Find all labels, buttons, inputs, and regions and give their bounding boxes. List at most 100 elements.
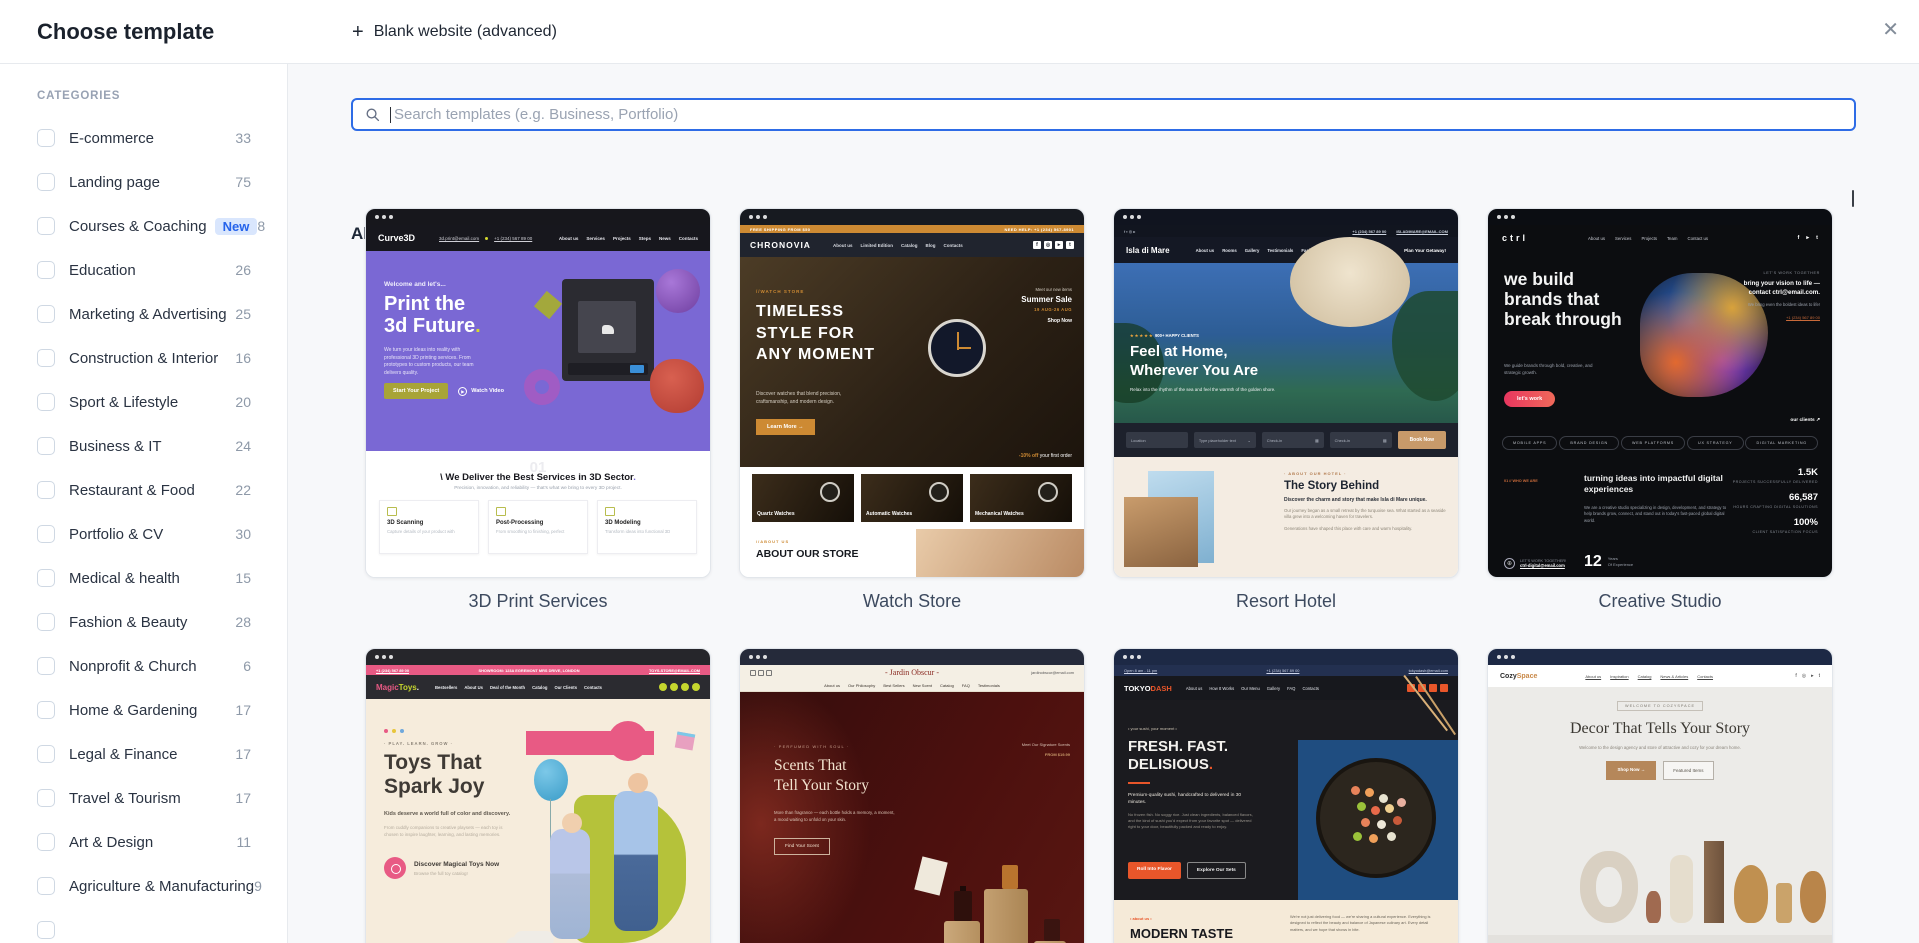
sidebar-item-partial[interactable] (0, 908, 287, 943)
template-preview[interactable]: CozySpace About us Inspiration Catalog News… (1487, 648, 1833, 943)
service-pill: UX STRATEGY (1686, 436, 1744, 450)
blank-website-label: Blank website (advanced) (373, 23, 557, 40)
sidebar-item-landing-page[interactable]: Landing page 75 (0, 160, 287, 204)
browser-chrome (1114, 649, 1458, 665)
category-checkbox[interactable] (37, 877, 55, 895)
category-checkbox[interactable] (37, 657, 55, 675)
template-preview[interactable]: Curve3D 3d.print@email.com +1 (234) 567 8… (365, 208, 711, 578)
sidebar-item-marketing-advertising[interactable]: Marketing & Advertising 25 (0, 292, 287, 336)
sidebar-item-fashion-beauty[interactable]: Fashion & Beauty 28 (0, 600, 287, 644)
coral-illustration (650, 359, 704, 413)
template-name: 3D Print Services (468, 591, 608, 611)
template-preview[interactable]: +1 (234) 567 89 00 SHOWROOM: 123A EGREMON… (365, 648, 711, 943)
template-preview[interactable]: Open 8 am - 11 pm +1 (234) 567 89 00 tokyo… (1113, 648, 1459, 943)
perfume-bottle (954, 886, 972, 921)
t1-services-section: 01 \ We Deliver the Best Services in 3D … (366, 451, 710, 577)
t4-cta-button: let's work (1504, 391, 1556, 407)
booking-field: Check-in ▦ (1261, 432, 1324, 448)
vase-illustration (1776, 883, 1792, 923)
category-checkbox[interactable] (37, 569, 55, 587)
template-preview[interactable]: - Jardin Obscur - jardinobscur@email.com… (739, 648, 1085, 943)
t5-nav: Bestsellers About Us Deal of the Month Cata… (434, 684, 602, 690)
sidebar-item-agriculture-manufacturing[interactable]: Agriculture & Manufacturing 9 (0, 864, 287, 908)
t4-logo: ctrl (1502, 233, 1529, 243)
booking-field: Type placeholder text ⌄ (1193, 432, 1256, 448)
vase-illustration (1704, 841, 1724, 923)
sidebar-item-ecommerce[interactable]: E-commerce 33 (0, 116, 287, 160)
category-checkbox[interactable] (37, 393, 55, 411)
vase-illustration (1580, 851, 1638, 923)
category-checkbox[interactable] (37, 217, 55, 235)
podium (944, 921, 980, 943)
umbrella-illustration (1290, 237, 1410, 327)
t1-cta-button: Start Your Project (384, 383, 449, 399)
template-name: Watch Store (862, 591, 962, 611)
category-checkbox[interactable] (37, 129, 55, 147)
t5-logo: MagicToys. (376, 682, 419, 692)
cube-illustration (533, 290, 563, 320)
sidebar-item-business-it[interactable]: Business & IT 24 (0, 424, 287, 468)
sidebar-item-restaurant-food[interactable]: Restaurant & Food 22 (0, 468, 287, 512)
template-name: Resort Hotel (1235, 591, 1337, 611)
template-preview[interactable]: ctrl About us Services Projects Team Contact… (1487, 208, 1833, 578)
sidebar-item-courses-coaching[interactable]: Courses & Coaching New 8 (0, 204, 287, 248)
sidebar-item-construction-interior[interactable]: Construction & Interior 16 (0, 336, 287, 380)
palm-illustration (1392, 291, 1458, 401)
t8-hero: WELCOME TO COZYSPACE Decor That Tells Yo… (1488, 687, 1832, 943)
category-checkbox[interactable] (37, 745, 55, 763)
search-icon (366, 108, 380, 122)
category-checkbox[interactable] (37, 525, 55, 543)
model-icon (605, 507, 615, 516)
category-checkbox[interactable] (37, 613, 55, 631)
feature-box: 3D Modeling Transform ideas into function… (597, 500, 697, 554)
kid-photo (614, 791, 658, 931)
category-checkbox[interactable] (37, 833, 55, 851)
sidebar-item-medical-health[interactable]: Medical & health 15 (0, 556, 287, 600)
sidebar-item-portfolio-cv[interactable]: Portfolio & CV 30 (0, 512, 287, 556)
blank-website-button[interactable]: + Blank website (advanced) (352, 0, 557, 64)
category-checkbox[interactable] (37, 701, 55, 719)
category-checkbox[interactable] (37, 437, 55, 455)
vase-illustration (1670, 855, 1693, 923)
card-illustration (914, 856, 948, 896)
sidebar-item-art-design[interactable]: Art & Design 11 (0, 820, 287, 864)
sidebar-item-home-gardening[interactable]: Home & Gardening 17 (0, 688, 287, 732)
close-icon[interactable]: ✕ (1882, 17, 1899, 42)
t3-hero: ★★★★★ 900+ HAPPY CLIENTS Feel at Home, Wh… (1114, 237, 1458, 423)
t8-nav: About us Inspiration Catalog News & Article… (1585, 673, 1714, 679)
sidebar-item-nonprofit-church[interactable]: Nonprofit & Church 6 (0, 644, 287, 688)
page-title: Choose template (37, 18, 215, 44)
category-checkbox[interactable] (37, 349, 55, 367)
sidebar-item-travel-tourism[interactable]: Travel & Tourism 17 (0, 776, 287, 820)
scan-icon (387, 507, 397, 516)
watch-category-tile: Automatic Watches (861, 474, 963, 522)
category-checkbox[interactable] (37, 481, 55, 499)
t3-logo: Isla di Mare (1126, 245, 1170, 255)
template-card-creative-studio: ctrl About us Services Projects Team Contact… (1487, 208, 1833, 612)
service-pill: DIGITAL MARKETING (1745, 436, 1818, 450)
scrollbar-thumb[interactable] (1852, 190, 1854, 207)
template-card-resort-hotel: f ▪ ◎ ▸ +1 (234) 567 89 00 ISLADIMARE@EMA… (1113, 208, 1459, 612)
t7-hero: • your sushi, your moment • FRESH. FAST.… (1114, 674, 1458, 900)
template-preview[interactable]: FREE SHIPPING FROM $50 NEED HELP: +1 (234… (739, 208, 1085, 578)
category-checkbox[interactable] (37, 261, 55, 279)
category-checkbox[interactable] (37, 789, 55, 807)
search-input[interactable] (391, 106, 1842, 123)
sidebar-item-legal-finance[interactable]: Legal & Finance 17 (0, 732, 287, 776)
categories-heading: CATEGORIES (37, 90, 121, 102)
sidebar-item-education[interactable]: Education 26 (0, 248, 287, 292)
service-pill: MOBILE APPS (1502, 436, 1558, 450)
category-checkbox[interactable] (37, 173, 55, 191)
sidebar-item-sport-lifestyle[interactable]: Sport & Lifestyle 20 (0, 380, 287, 424)
model-photo (916, 529, 1084, 577)
t8-cta-button: Shop Now → (1606, 761, 1657, 780)
template-preview[interactable]: f ▪ ◎ ▸ +1 (234) 567 89 00 ISLADIMARE@EMA… (1113, 208, 1459, 578)
category-checkbox[interactable] (37, 921, 55, 939)
search-box[interactable] (351, 98, 1856, 131)
t6-cta-button: Find Your Scent (774, 838, 830, 855)
t1-title: Print the 3d Future. (384, 293, 481, 337)
category-checkbox[interactable] (37, 305, 55, 323)
t7-secondary-button: Explore Our Sets (1186, 862, 1246, 879)
template-card-sushi-delivery: Open 8 am - 11 pm +1 (234) 567 89 00 tokyo… (1113, 648, 1459, 943)
browser-chrome (366, 209, 710, 225)
